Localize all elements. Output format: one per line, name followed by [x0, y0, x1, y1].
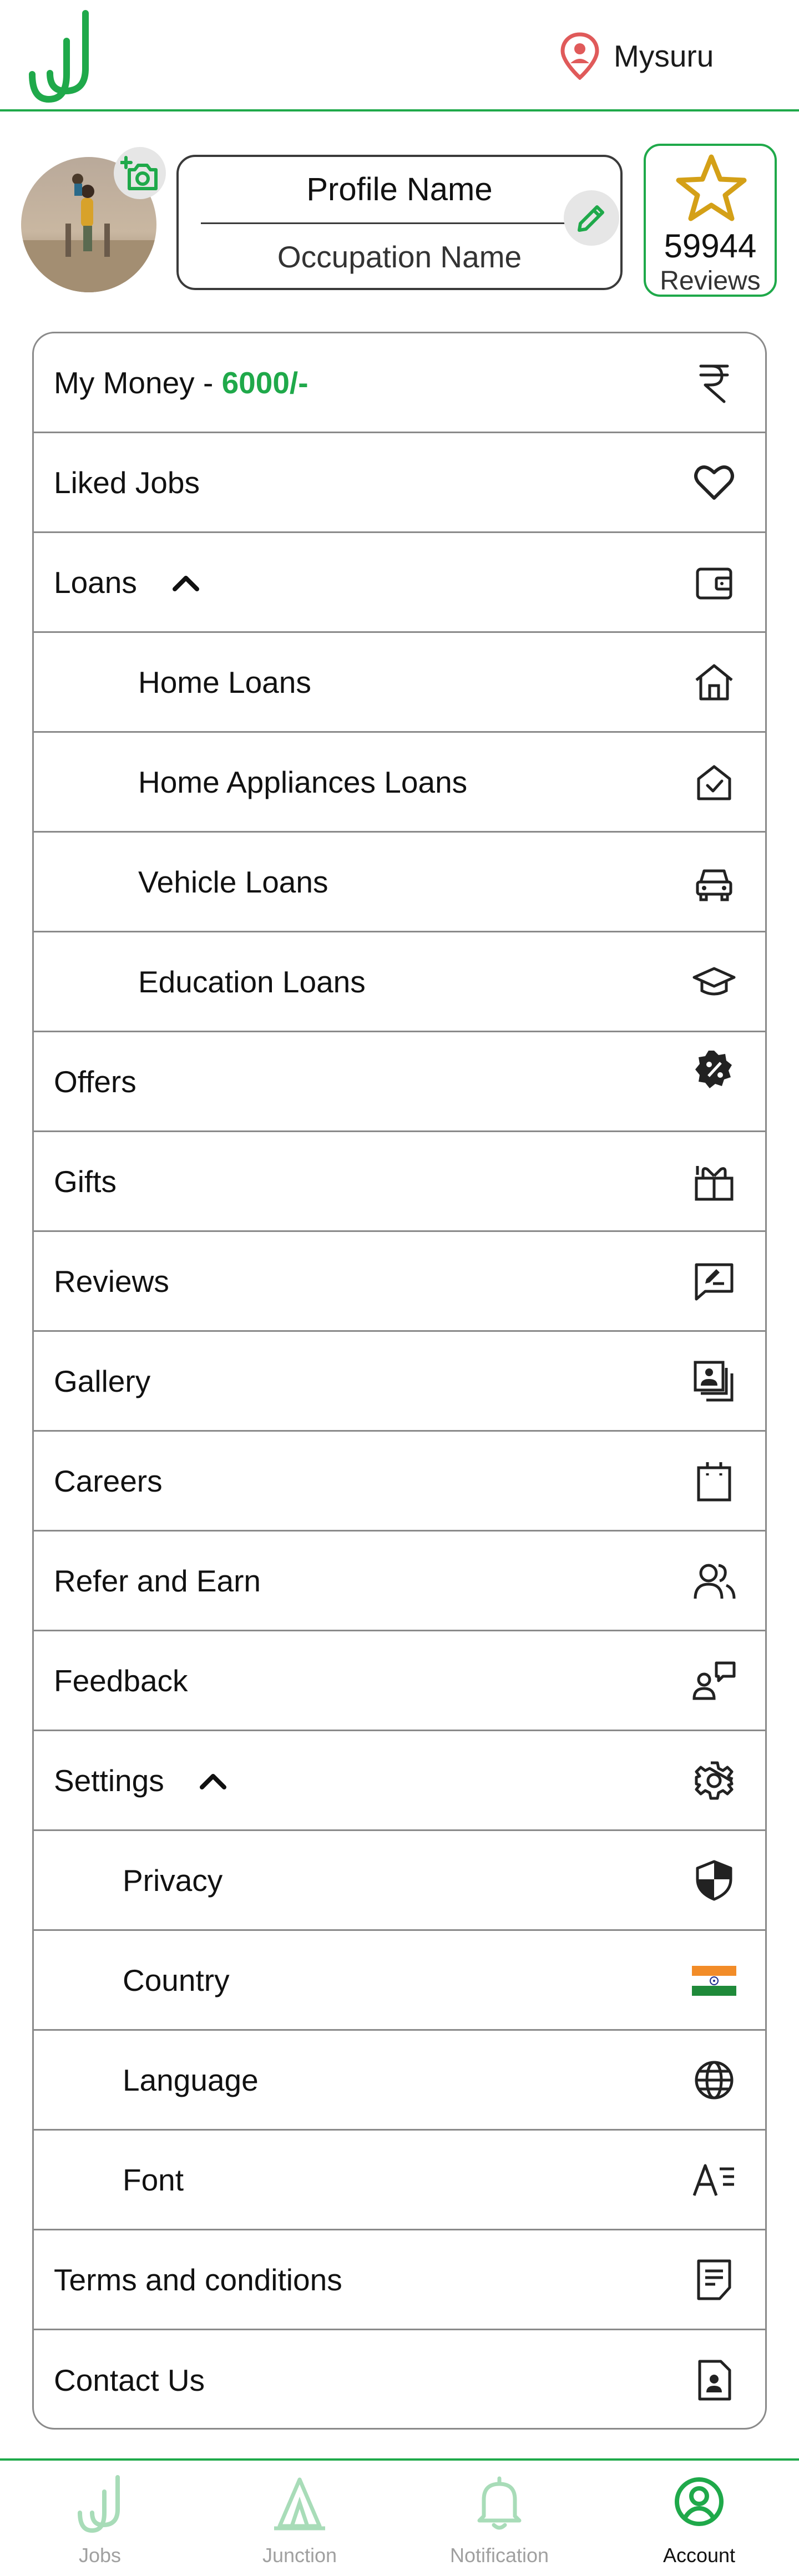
account-menu: My Money - 6000/- Liked Jobs Loans Home … — [32, 332, 767, 2430]
menu-label: Refer and Earn — [54, 1563, 261, 1598]
star-icon — [676, 154, 747, 221]
tab-account[interactable]: Account — [599, 2461, 799, 2576]
menu-label: Country — [123, 1963, 230, 1997]
profile-section: Profile Name Occupation Name 59944 Revie… — [0, 136, 799, 302]
menu-label: Language — [123, 2062, 259, 2097]
menu-label: Terms and conditions — [54, 2262, 342, 2297]
profile-divider — [201, 222, 598, 224]
reviews-card[interactable]: 59944 Reviews — [644, 144, 777, 297]
my-money-label: My Money - — [54, 365, 222, 400]
bottom-navigation: Jobs Junction Notification Account — [0, 2458, 799, 2574]
home-icon — [695, 664, 733, 700]
menu-item-my-money[interactable]: My Money - 6000/- — [34, 333, 765, 433]
menu-item-offers[interactable]: Offers — [34, 1032, 765, 1132]
menu-label: Feedback — [54, 1663, 188, 1698]
menu-label: Loans — [54, 565, 137, 600]
shield-icon — [696, 1860, 732, 1900]
chevron-up-icon[interactable] — [196, 1769, 230, 1792]
menu-label: Vehicle Loans — [138, 864, 328, 899]
menu-item-refer-and-earn[interactable]: Refer and Earn — [34, 1532, 765, 1631]
wallet-icon — [696, 567, 732, 599]
profile-name: Profile Name — [306, 171, 493, 207]
account-circle-icon — [675, 2477, 724, 2526]
add-photo-icon — [120, 156, 158, 190]
menu-label: Contact Us — [54, 2363, 205, 2397]
menu-label: Offers — [54, 1064, 136, 1099]
menu-label: Liked Jobs — [54, 465, 200, 500]
menu-item-terms[interactable]: Terms and conditions — [34, 2230, 765, 2330]
gift-icon — [695, 1165, 734, 1200]
menu-item-home-appliances-loans[interactable]: Home Appliances Loans — [34, 733, 765, 833]
discount-badge-icon — [695, 1050, 732, 1088]
photo-gallery-icon — [694, 1361, 734, 1401]
profile-name-card: Profile Name Occupation Name — [176, 155, 623, 290]
menu-label: Home Appliances Loans — [138, 764, 468, 799]
tab-jobs[interactable]: Jobs — [0, 2461, 200, 2576]
pencil-icon — [578, 205, 604, 232]
contact-page-icon — [698, 2360, 731, 2401]
menu-item-gifts[interactable]: Gifts — [34, 1132, 765, 1232]
app-logo-icon[interactable] — [27, 8, 93, 105]
bell-icon — [477, 2476, 522, 2530]
tab-notification[interactable]: Notification — [400, 2461, 599, 2576]
menu-item-country[interactable]: Country — [34, 1931, 765, 2031]
menu-item-vehicle-loans[interactable]: Vehicle Loans — [34, 833, 765, 932]
edit-profile-button[interactable] — [564, 190, 619, 246]
menu-item-liked-jobs[interactable]: Liked Jobs — [34, 433, 765, 533]
india-flag-icon — [692, 1965, 736, 1996]
app-header: Mysuru — [0, 0, 799, 111]
menu-item-language[interactable]: Language — [34, 2031, 765, 2131]
menu-label: Home Loans — [138, 665, 311, 699]
menu-item-careers[interactable]: Careers — [34, 1432, 765, 1532]
rupee-icon — [699, 364, 729, 403]
tab-label: Account — [663, 2544, 736, 2567]
menu-item-settings[interactable]: Settings — [34, 1731, 765, 1831]
menu-label: Education Loans — [138, 964, 366, 999]
feedback-icon — [692, 1661, 736, 1700]
menu-item-font[interactable]: Font — [34, 2131, 765, 2230]
my-money-value: 6000/- — [221, 365, 309, 400]
location-pin-icon — [560, 32, 599, 80]
heart-icon — [694, 465, 734, 500]
location-selector[interactable]: Mysuru — [560, 31, 714, 81]
menu-item-education-loans[interactable]: Education Loans — [34, 932, 765, 1032]
users-icon — [694, 1564, 736, 1599]
menu-item-feedback[interactable]: Feedback — [34, 1631, 765, 1731]
location-text: Mysuru — [614, 39, 714, 73]
font-size-icon — [692, 2164, 734, 2196]
document-icon — [697, 2259, 731, 2300]
tab-junction[interactable]: Junction — [200, 2461, 400, 2576]
menu-item-home-loans[interactable]: Home Loans — [34, 633, 765, 733]
menu-item-gallery[interactable]: Gallery — [34, 1332, 765, 1432]
tab-label: Jobs — [78, 2544, 122, 2567]
tab-label: Junction — [262, 2544, 337, 2567]
menu-label: Reviews — [54, 1264, 169, 1299]
chevron-up-icon[interactable] — [169, 571, 203, 594]
shopping-bag-icon — [697, 1462, 731, 1501]
menu-label: Settings — [54, 1763, 164, 1798]
menu-label: Font — [123, 2162, 184, 2197]
jobs-logo-icon — [78, 2475, 120, 2533]
reviews-label: Reviews — [660, 266, 761, 296]
menu-label: Gallery — [54, 1363, 151, 1398]
car-icon — [696, 869, 732, 901]
menu-label: Careers — [54, 1463, 163, 1498]
occupation-name: Occupation Name — [277, 240, 522, 274]
menu-item-contact[interactable]: Contact Us — [34, 2330, 765, 2428]
tab-label: Notification — [449, 2544, 549, 2567]
graduation-cap-icon — [692, 967, 736, 995]
menu-label: Gifts — [54, 1164, 117, 1199]
gear-icon — [695, 1761, 734, 1799]
house-check-icon — [697, 765, 731, 800]
globe-icon — [695, 2061, 734, 2099]
reviews-count: 59944 — [664, 227, 757, 265]
rate-review-icon — [695, 1263, 734, 1300]
menu-item-reviews[interactable]: Reviews — [34, 1232, 765, 1332]
menu-item-loans[interactable]: Loans — [34, 533, 765, 633]
menu-label: Privacy — [123, 1863, 223, 1898]
change-photo-button[interactable] — [114, 147, 166, 199]
menu-item-privacy[interactable]: Privacy — [34, 1831, 765, 1931]
junction-icon — [274, 2477, 325, 2531]
